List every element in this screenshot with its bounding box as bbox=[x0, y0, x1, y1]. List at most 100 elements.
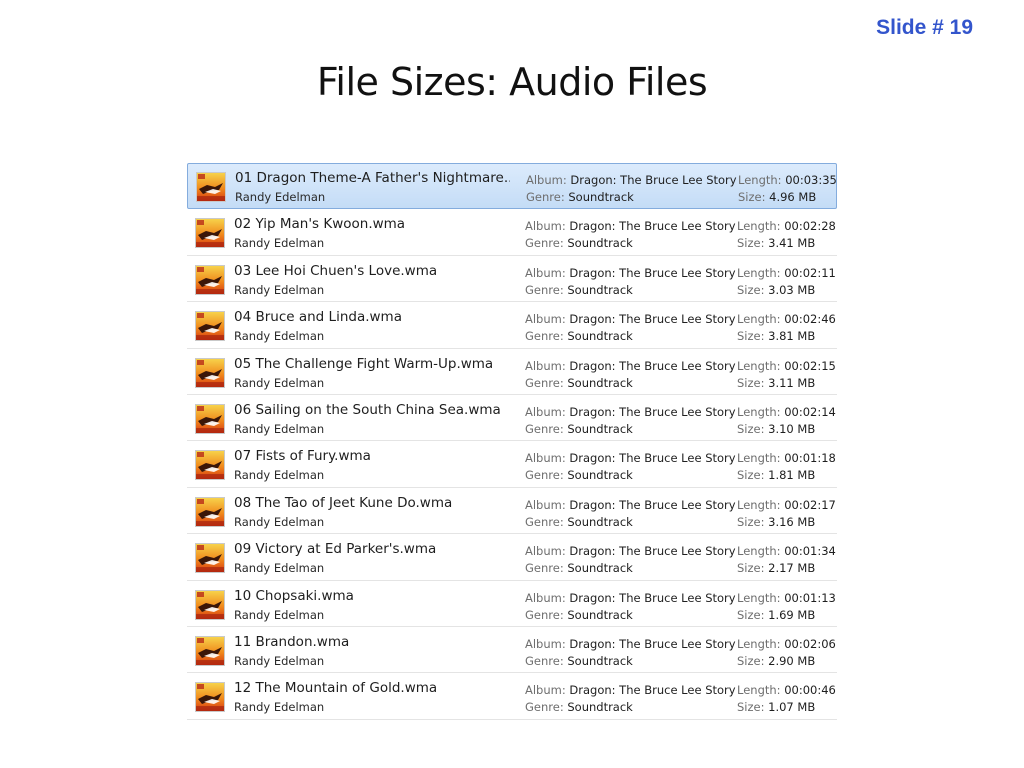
file-row[interactable]: 07 Fists of Fury.wma Randy Edelman Album… bbox=[187, 441, 837, 488]
file-row[interactable]: 11 Brandon.wma Randy Edelman Album: Drag… bbox=[187, 627, 837, 674]
length-label: Length: bbox=[738, 173, 782, 187]
length-value: 00:03:35 bbox=[785, 173, 837, 187]
album-art-icon bbox=[195, 403, 225, 434]
album-label: Album: bbox=[525, 219, 566, 234]
file-name: 11 Brandon.wma bbox=[234, 633, 350, 650]
file-length: Length: 00:01:34 bbox=[737, 544, 836, 558]
album-label: Album: bbox=[525, 451, 566, 466]
file-row[interactable]: 09 Victory at Ed Parker's.wma Randy Edel… bbox=[187, 534, 837, 581]
size-label: Size: bbox=[737, 653, 765, 668]
file-name: 03 Lee Hoi Chuen's Love.wma bbox=[234, 262, 438, 279]
length-value: 00:02:06 bbox=[784, 636, 836, 651]
genre-label: Genre: bbox=[525, 700, 564, 715]
file-size: Size: 1.69 MB bbox=[737, 608, 815, 622]
file-row[interactable]: 03 Lee Hoi Chuen's Love.wma Randy Edelma… bbox=[187, 256, 837, 303]
album-art-icon bbox=[195, 311, 225, 342]
file-album: Album: Dragon: The Bruce Lee Story bbox=[525, 266, 736, 280]
file-genre: Genre: Soundtrack bbox=[525, 283, 633, 297]
length-value: 00:01:34 bbox=[784, 544, 836, 559]
file-row[interactable]: 12 The Mountain of Gold.wma Randy Edelma… bbox=[187, 673, 837, 720]
file-genre: Genre: Soundtrack bbox=[525, 608, 633, 622]
album-label: Album: bbox=[525, 636, 566, 651]
file-genre: Genre: Soundtrack bbox=[525, 422, 633, 436]
file-size: Size: 3.41 MB bbox=[737, 236, 815, 250]
size-value: 1.81 MB bbox=[768, 468, 816, 483]
genre-value: Soundtrack bbox=[568, 190, 634, 204]
length-label: Length: bbox=[737, 590, 781, 605]
file-artist: Randy Edelman bbox=[234, 700, 325, 715]
file-row[interactable]: 06 Sailing on the South China Sea.wma Ra… bbox=[187, 395, 837, 442]
file-row[interactable]: 04 Bruce and Linda.wma Randy Edelman Alb… bbox=[187, 302, 837, 349]
file-row[interactable]: 01 Dragon Theme-A Father's Nightmare....… bbox=[187, 163, 837, 210]
file-size: Size: 4.96 MB bbox=[738, 190, 816, 204]
genre-label: Genre: bbox=[525, 653, 564, 668]
file-size: Size: 3.16 MB bbox=[737, 515, 815, 529]
genre-value: Soundtrack bbox=[567, 421, 633, 436]
size-value: 3.10 MB bbox=[768, 421, 816, 436]
file-row[interactable]: 08 The Tao of Jeet Kune Do.wma Randy Ede… bbox=[187, 488, 837, 535]
file-genre: Genre: Soundtrack bbox=[526, 190, 634, 204]
length-label: Length: bbox=[737, 683, 781, 698]
file-genre: Genre: Soundtrack bbox=[525, 236, 633, 250]
genre-value: Soundtrack bbox=[567, 561, 633, 576]
length-label: Length: bbox=[737, 312, 781, 327]
file-row[interactable]: 02 Yip Man's Kwoon.wma Randy Edelman Alb… bbox=[187, 209, 837, 256]
file-album: Album: Dragon: The Bruce Lee Story bbox=[525, 451, 736, 465]
genre-label: Genre: bbox=[526, 190, 565, 204]
genre-value: Soundtrack bbox=[567, 375, 633, 390]
album-value: Dragon: The Bruce Lee Story bbox=[570, 173, 737, 187]
file-name: 04 Bruce and Linda.wma bbox=[234, 309, 402, 326]
audio-file-list: 01 Dragon Theme-A Father's Nightmare....… bbox=[187, 163, 837, 720]
genre-value: Soundtrack bbox=[567, 653, 633, 668]
genre-label: Genre: bbox=[525, 329, 564, 344]
file-album: Album: Dragon: The Bruce Lee Story bbox=[525, 219, 736, 233]
file-artist: Randy Edelman bbox=[234, 607, 325, 622]
album-label: Album: bbox=[525, 265, 566, 280]
album-label: Album: bbox=[525, 590, 566, 605]
file-length: Length: 00:02:11 bbox=[737, 266, 836, 280]
album-value: Dragon: The Bruce Lee Story bbox=[569, 265, 736, 280]
album-value: Dragon: The Bruce Lee Story bbox=[569, 683, 736, 698]
file-artist: Randy Edelman bbox=[234, 561, 325, 576]
size-label: Size: bbox=[737, 421, 765, 436]
genre-label: Genre: bbox=[525, 607, 564, 622]
album-art-icon bbox=[195, 496, 225, 527]
length-label: Length: bbox=[737, 219, 781, 234]
genre-value: Soundtrack bbox=[567, 236, 633, 251]
file-album: Album: Dragon: The Bruce Lee Story bbox=[525, 312, 736, 326]
album-art-icon bbox=[195, 543, 225, 574]
album-label: Album: bbox=[525, 358, 566, 373]
file-artist: Randy Edelman bbox=[234, 236, 325, 251]
size-label: Size: bbox=[737, 607, 765, 622]
size-label: Size: bbox=[737, 282, 765, 297]
length-label: Length: bbox=[737, 358, 781, 373]
file-album: Album: Dragon: The Bruce Lee Story bbox=[525, 637, 736, 651]
file-genre: Genre: Soundtrack bbox=[525, 561, 633, 575]
file-name: 10 Chopsaki.wma bbox=[234, 587, 354, 604]
file-length: Length: 00:02:28 bbox=[737, 219, 836, 233]
slide-number: Slide # 19 bbox=[876, 16, 973, 39]
size-label: Size: bbox=[737, 236, 765, 251]
size-label: Size: bbox=[737, 329, 765, 344]
file-row[interactable]: 05 The Challenge Fight Warm-Up.wma Randy… bbox=[187, 349, 837, 395]
file-genre: Genre: Soundtrack bbox=[525, 329, 633, 343]
size-value: 4.96 MB bbox=[769, 190, 817, 204]
file-genre: Genre: Soundtrack bbox=[525, 468, 633, 482]
genre-label: Genre: bbox=[525, 375, 564, 390]
album-art-icon bbox=[195, 589, 225, 620]
length-value: 00:02:28 bbox=[784, 219, 836, 234]
file-row[interactable]: 10 Chopsaki.wma Randy Edelman Album: Dra… bbox=[187, 581, 837, 627]
file-size: Size: 3.81 MB bbox=[737, 329, 815, 343]
file-size: Size: 2.17 MB bbox=[737, 561, 815, 575]
file-artist: Randy Edelman bbox=[234, 282, 325, 297]
album-art-icon bbox=[195, 450, 225, 481]
file-artist: Randy Edelman bbox=[234, 329, 325, 344]
file-name: 09 Victory at Ed Parker's.wma bbox=[234, 541, 437, 558]
album-label: Album: bbox=[525, 683, 566, 698]
album-art-icon bbox=[195, 264, 225, 295]
size-label: Size: bbox=[737, 700, 765, 715]
genre-value: Soundtrack bbox=[567, 514, 633, 529]
file-name: 05 The Challenge Fight Warm-Up.wma bbox=[234, 355, 494, 372]
file-size: Size: 3.10 MB bbox=[737, 422, 815, 436]
length-value: 00:02:15 bbox=[784, 358, 836, 373]
